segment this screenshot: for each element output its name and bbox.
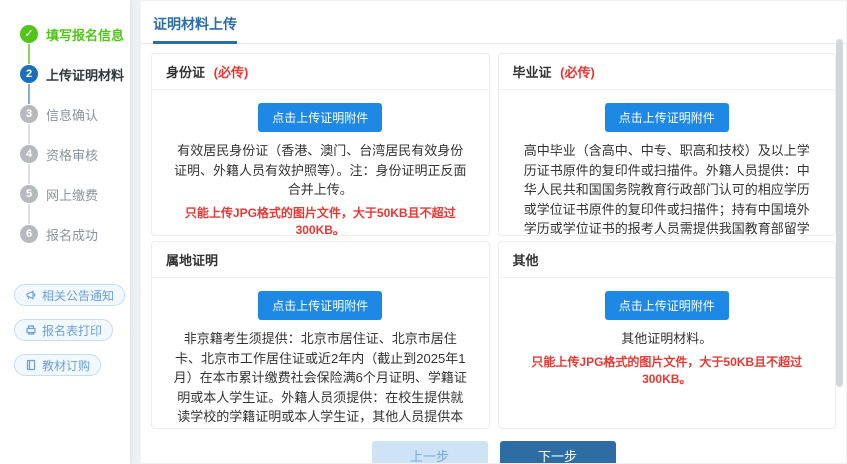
main-header: 证明材料上传 xyxy=(141,1,846,44)
upload-residence-button[interactable]: 点击上传证明附件 xyxy=(258,291,382,320)
action-label: 教材订购 xyxy=(42,357,90,374)
panel-description: 其他证明材料。 xyxy=(519,329,816,349)
panel-description: 高中毕业（含高中、中专、职高和技校）及以上学历证书原件的复印件或扫描件。外籍人员… xyxy=(519,141,816,236)
panel-other: 其他 点击上传证明附件 其他证明材料。 只能上传JPG格式的图片文件，大于50K… xyxy=(498,241,837,429)
step-label: 填写报名信息 xyxy=(46,25,124,44)
upload-other-button[interactable]: 点击上传证明附件 xyxy=(605,291,729,320)
upload-restriction-note: 只能上传JPG格式的图片文件，大于50KB且不超过300KB。 xyxy=(172,204,469,237)
action-label: 相关公告通知 xyxy=(42,287,114,304)
page-title: 证明材料上传 xyxy=(153,14,237,44)
panel-residence-proof: 属地证明 点击上传证明附件 非京籍考生须提供：北京市居住证、北京市居住卡、北京市… xyxy=(151,241,490,429)
panel-idcard: 身份证 (必传) 点击上传证明附件 有效居民身份证（香港、澳门、台湾居民有效身份… xyxy=(151,53,490,236)
announcements-button[interactable]: 相关公告通知 xyxy=(14,284,125,306)
step-number: 5 xyxy=(20,185,38,203)
panel-title: 身份证 xyxy=(166,65,205,80)
panel-diploma: 毕业证 (必传) 点击上传证明附件 高中毕业（含高中、中专、职高和技校）及以上学… xyxy=(498,53,837,236)
panel-header: 属地证明 xyxy=(152,242,489,278)
wizard-footer: 上一步 下一步 xyxy=(141,441,846,464)
step-qualification-review: 4 资格审核 xyxy=(0,134,130,174)
panel-title: 属地证明 xyxy=(166,253,218,268)
upload-diploma-button[interactable]: 点击上传证明附件 xyxy=(605,103,729,132)
step-label: 报名成功 xyxy=(46,225,98,244)
step-label: 信息确认 xyxy=(46,105,98,124)
check-icon: ✓ xyxy=(20,25,38,43)
step-online-payment: 5 网上缴费 xyxy=(0,174,130,214)
step-number: 6 xyxy=(20,225,38,243)
required-badge: (必传) xyxy=(560,65,595,80)
step-registration-success: 6 报名成功 xyxy=(0,214,130,254)
step-upload-materials: 2 上传证明材料 xyxy=(0,54,130,94)
step-number: 2 xyxy=(20,65,38,83)
panel-body: 点击上传证明附件 有效居民身份证（香港、澳门、台湾居民有效身份证明、外籍人员有效… xyxy=(152,90,489,236)
panel-body: 点击上传证明附件 其他证明材料。 只能上传JPG格式的图片文件，大于50KB且不… xyxy=(499,278,836,387)
step-label: 上传证明材料 xyxy=(46,65,124,84)
order-textbooks-button[interactable]: 教材订购 xyxy=(14,354,101,376)
book-icon xyxy=(25,359,37,371)
next-step-button[interactable]: 下一步 xyxy=(500,441,616,464)
panel-description: 非京籍考生须提供：北京市居住证、北京市居住卡、北京市工作居住证或近2年内（截止到… xyxy=(172,329,469,429)
sidebar-actions: 相关公告通知 报名表打印 教材订购 xyxy=(0,284,130,376)
sidebar: ✓ 填写报名信息 2 上传证明材料 3 信息确认 4 资格审核 5 网上缴费 6… xyxy=(0,0,130,464)
panel-description: 有效居民身份证（香港、澳门、台湾居民有效身份证明、外籍人员有效护照等）。注：身份… xyxy=(172,141,469,200)
announcement-icon xyxy=(25,289,37,301)
panel-header: 身份证 (必传) xyxy=(152,54,489,90)
panel-body: 点击上传证明附件 高中毕业（含高中、中专、职高和技校）及以上学历证书原件的复印件… xyxy=(499,90,836,236)
upload-restriction-note: 只能上传JPG格式的图片文件，大于50KB且不超过300KB。 xyxy=(519,353,816,387)
step-confirm-info: 3 信息确认 xyxy=(0,94,130,134)
panel-title: 毕业证 xyxy=(513,65,552,80)
panel-title: 其他 xyxy=(513,253,539,268)
panel-body: 点击上传证明附件 非京籍考生须提供：北京市居住证、北京市居住卡、北京市工作居住证… xyxy=(152,278,489,429)
upload-idcard-button[interactable]: 点击上传证明附件 xyxy=(258,103,382,132)
printer-icon xyxy=(25,324,37,336)
step-fill-info: ✓ 填写报名信息 xyxy=(0,14,130,54)
scrollbar-thumb[interactable] xyxy=(836,39,843,387)
step-list: ✓ 填写报名信息 2 上传证明材料 3 信息确认 4 资格审核 5 网上缴费 6… xyxy=(0,14,130,254)
step-number: 3 xyxy=(20,105,38,123)
step-label: 资格审核 xyxy=(46,145,98,164)
panels-grid: 身份证 (必传) 点击上传证明附件 有效居民身份证（香港、澳门、台湾居民有效身份… xyxy=(141,44,846,429)
panel-header: 其他 xyxy=(499,242,836,278)
action-label: 报名表打印 xyxy=(42,322,102,339)
panel-header: 毕业证 (必传) xyxy=(499,54,836,90)
required-badge: (必传) xyxy=(214,65,249,80)
prev-step-button[interactable]: 上一步 xyxy=(372,441,488,464)
step-label: 网上缴费 xyxy=(46,185,98,204)
print-form-button[interactable]: 报名表打印 xyxy=(14,319,113,341)
step-number: 4 xyxy=(20,145,38,163)
main-panel: 证明材料上传 身份证 (必传) 点击上传证明附件 有效居民身份证（香港、澳门、台… xyxy=(140,0,847,464)
